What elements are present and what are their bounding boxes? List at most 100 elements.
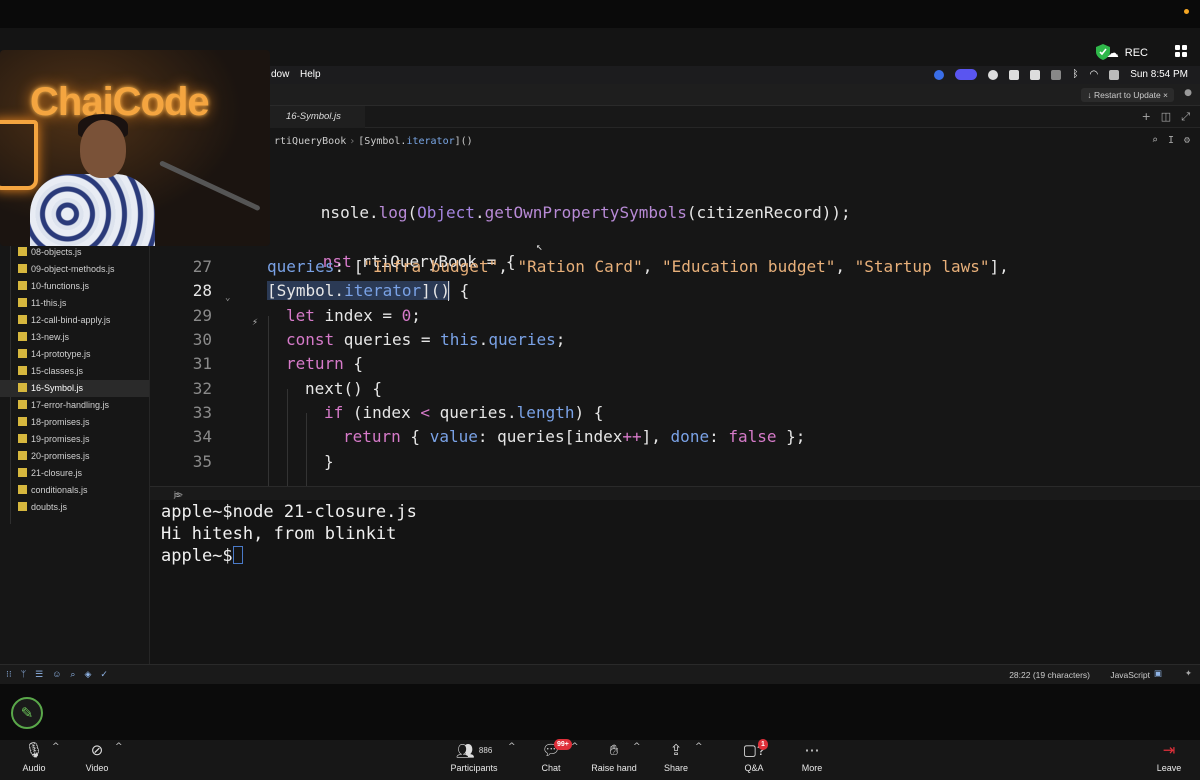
file-item[interactable]: 08-objects.js bbox=[18, 244, 82, 261]
view-grid-icon[interactable] bbox=[1175, 45, 1187, 57]
leave-door-icon: ⇥ bbox=[1162, 742, 1176, 759]
file-item[interactable]: 09-object-methods.js bbox=[18, 261, 115, 278]
app-icon-4[interactable] bbox=[1051, 69, 1062, 80]
account-icon[interactable]: ● bbox=[1184, 88, 1192, 98]
terminal-line: Hi hitesh, from blinkit bbox=[161, 524, 397, 544]
participants-button[interactable]: 👥︎ 886 Participants bbox=[446, 740, 502, 773]
file-item[interactable]: 18-promises.js bbox=[18, 414, 90, 431]
file-item[interactable]: conditionals.js bbox=[18, 482, 88, 499]
line-number: 30 bbox=[192, 330, 212, 349]
outline-icon[interactable]: ☰ bbox=[35, 669, 43, 680]
new-tab-icon[interactable]: + bbox=[1142, 110, 1151, 124]
mouse-pointer-icon: ↖ bbox=[536, 240, 543, 253]
app-icon-2[interactable] bbox=[1009, 69, 1020, 80]
terminal-tab[interactable]: ▭ js-basics — zsh bbox=[150, 486, 1200, 519]
terminal-prompt-line: apple~$ bbox=[161, 546, 243, 566]
file-item[interactable]: 11-this.js bbox=[18, 295, 66, 312]
line-number: 35 bbox=[192, 452, 212, 471]
reactions-chevron-icon[interactable]: ^ bbox=[633, 742, 641, 752]
text-cursor-icon[interactable]: I bbox=[1168, 135, 1174, 146]
text-caret bbox=[448, 281, 449, 301]
control-center-icon[interactable] bbox=[1109, 69, 1120, 80]
file-item[interactable]: 21-closure.js bbox=[18, 465, 82, 482]
language-mode[interactable]: JavaScript bbox=[1110, 670, 1150, 680]
code-line: next() { bbox=[305, 379, 383, 398]
screen-share-icon[interactable] bbox=[955, 69, 978, 80]
video-options-chevron-icon[interactable]: ^ bbox=[115, 742, 123, 752]
camera-off-icon: ⊘ bbox=[90, 742, 104, 759]
rec-label: REC bbox=[1124, 47, 1148, 59]
audio-button[interactable]: 🎙︎ Audio bbox=[14, 740, 54, 773]
share-screen-icon: ⇪ bbox=[669, 742, 683, 759]
assistant-icon[interactable]: ✦ bbox=[1185, 668, 1192, 679]
app-icon-3[interactable] bbox=[1030, 69, 1041, 80]
file-item[interactable]: 10-functions.js bbox=[18, 278, 89, 295]
wifi-icon[interactable]: ◠ bbox=[1089, 69, 1098, 80]
mic-in-use-indicator bbox=[1184, 9, 1189, 14]
search-icon[interactable]: ⌕ bbox=[1152, 135, 1158, 146]
recording-indicator[interactable]: ☁ REC bbox=[1107, 42, 1148, 64]
search-panel-icon[interactable]: ⌕ bbox=[70, 669, 75, 680]
chat-badge: 99+ bbox=[554, 739, 572, 750]
file-item[interactable]: 12-call-bind-apply.js bbox=[18, 312, 110, 329]
file-item[interactable]: doubts.js bbox=[18, 499, 67, 516]
file-item[interactable]: 20-promises.js bbox=[18, 448, 90, 465]
file-item[interactable]: 17-error-handling.js bbox=[18, 397, 109, 414]
code-line: return { value: queries[index++], done: … bbox=[343, 427, 806, 446]
file-item-active[interactable]: 16-Symbol.js bbox=[0, 380, 149, 397]
tab-16-symbol[interactable]: 16-Symbol.js bbox=[270, 106, 365, 128]
terminal-panel[interactable]: apple~$node 21-closure.js Hi hitesh, fro… bbox=[150, 500, 1200, 664]
menu-help[interactable]: Help bbox=[300, 69, 321, 80]
settings-icon[interactable]: ⚙ bbox=[1184, 135, 1190, 146]
line-number: 28 bbox=[192, 281, 212, 300]
expand-icon[interactable]: ⤢ bbox=[1181, 110, 1190, 124]
more-button[interactable]: ⋯ More bbox=[796, 740, 828, 773]
chat-options-chevron-icon[interactable]: ^ bbox=[571, 742, 579, 752]
participants-options-chevron-icon[interactable]: ^ bbox=[508, 742, 516, 752]
file-item[interactable]: 19-promises.js bbox=[18, 431, 90, 448]
project-panel-icon[interactable]: ⁝⁝ bbox=[6, 669, 12, 680]
check-icon[interactable]: ✓ bbox=[100, 669, 108, 680]
chat-button[interactable]: 💬︎ Chat 99+ bbox=[534, 739, 572, 773]
line-number: 34 bbox=[192, 427, 212, 446]
debug-icon[interactable]: ◈ bbox=[84, 669, 91, 680]
terminal-cursor bbox=[232, 546, 243, 564]
clock[interactable]: Sun 8:54 PM bbox=[1130, 69, 1188, 80]
bluetooth-icon[interactable]: ᛒ bbox=[1072, 69, 1078, 80]
zoom-top-bar bbox=[0, 0, 1200, 28]
zoom-controls-area: ✎ 🎙︎ Audio ^ ⊘ Video ^ 👥︎ 886 Participan… bbox=[0, 684, 1200, 780]
share-options-chevron-icon[interactable]: ^ bbox=[695, 742, 703, 752]
lightning-icon[interactable]: ⚡ bbox=[252, 317, 258, 328]
app-icon-1[interactable] bbox=[988, 69, 999, 80]
line-number: 29 bbox=[192, 306, 212, 325]
leave-button[interactable]: ⇥ Leave bbox=[1152, 740, 1186, 773]
panel-icon[interactable]: ▣ bbox=[1154, 668, 1162, 679]
code-area[interactable]: nsole.log(Object.getOwnPropertySymbols(c… bbox=[150, 156, 1200, 486]
git-branch-icon[interactable]: ᛘ bbox=[21, 669, 26, 680]
qa-button[interactable]: ▢? Q&A 1 bbox=[738, 739, 770, 773]
line-number: 33 bbox=[192, 403, 212, 422]
code-line-current: [Symbol.iterator]() { bbox=[267, 281, 470, 300]
cloud-icon: ☁ bbox=[1106, 46, 1119, 60]
fold-chevron-icon[interactable]: ⌄ bbox=[225, 293, 230, 303]
presenter bbox=[30, 114, 155, 246]
breadcrumb-bar: rtiQueryBook › [Symbol.iterator]() ⌕ I ⚙ bbox=[270, 128, 1200, 156]
share-button[interactable]: ⇪ Share bbox=[658, 740, 694, 773]
restart-to-update-button[interactable]: ↓ Restart to Update × bbox=[1081, 88, 1174, 102]
code-line: let index = 0; bbox=[286, 306, 421, 325]
audio-options-chevron-icon[interactable]: ^ bbox=[52, 742, 60, 752]
zoom-status-icon[interactable] bbox=[934, 69, 945, 80]
file-item[interactable]: 15-classes.js bbox=[18, 363, 83, 380]
menu-window[interactable]: dow bbox=[271, 69, 289, 80]
split-editor-icon[interactable]: ◫ bbox=[1161, 110, 1171, 124]
collab-icon[interactable]: ☺ bbox=[52, 669, 61, 680]
cursor-position[interactable]: 28:22 (19 characters) bbox=[1009, 670, 1090, 680]
file-item[interactable]: 14-prototype.js bbox=[18, 346, 91, 363]
file-item[interactable]: 13-new.js bbox=[18, 329, 69, 346]
video-button[interactable]: ⊘ Video bbox=[78, 740, 116, 773]
breadcrumb[interactable]: rtiQueryBook › [Symbol.iterator]() bbox=[274, 136, 473, 147]
line-number: 27 bbox=[192, 257, 212, 276]
code-line: return { bbox=[286, 354, 364, 373]
annotate-pencil-icon[interactable]: ✎ bbox=[11, 697, 43, 729]
line-number: 32 bbox=[192, 379, 212, 398]
